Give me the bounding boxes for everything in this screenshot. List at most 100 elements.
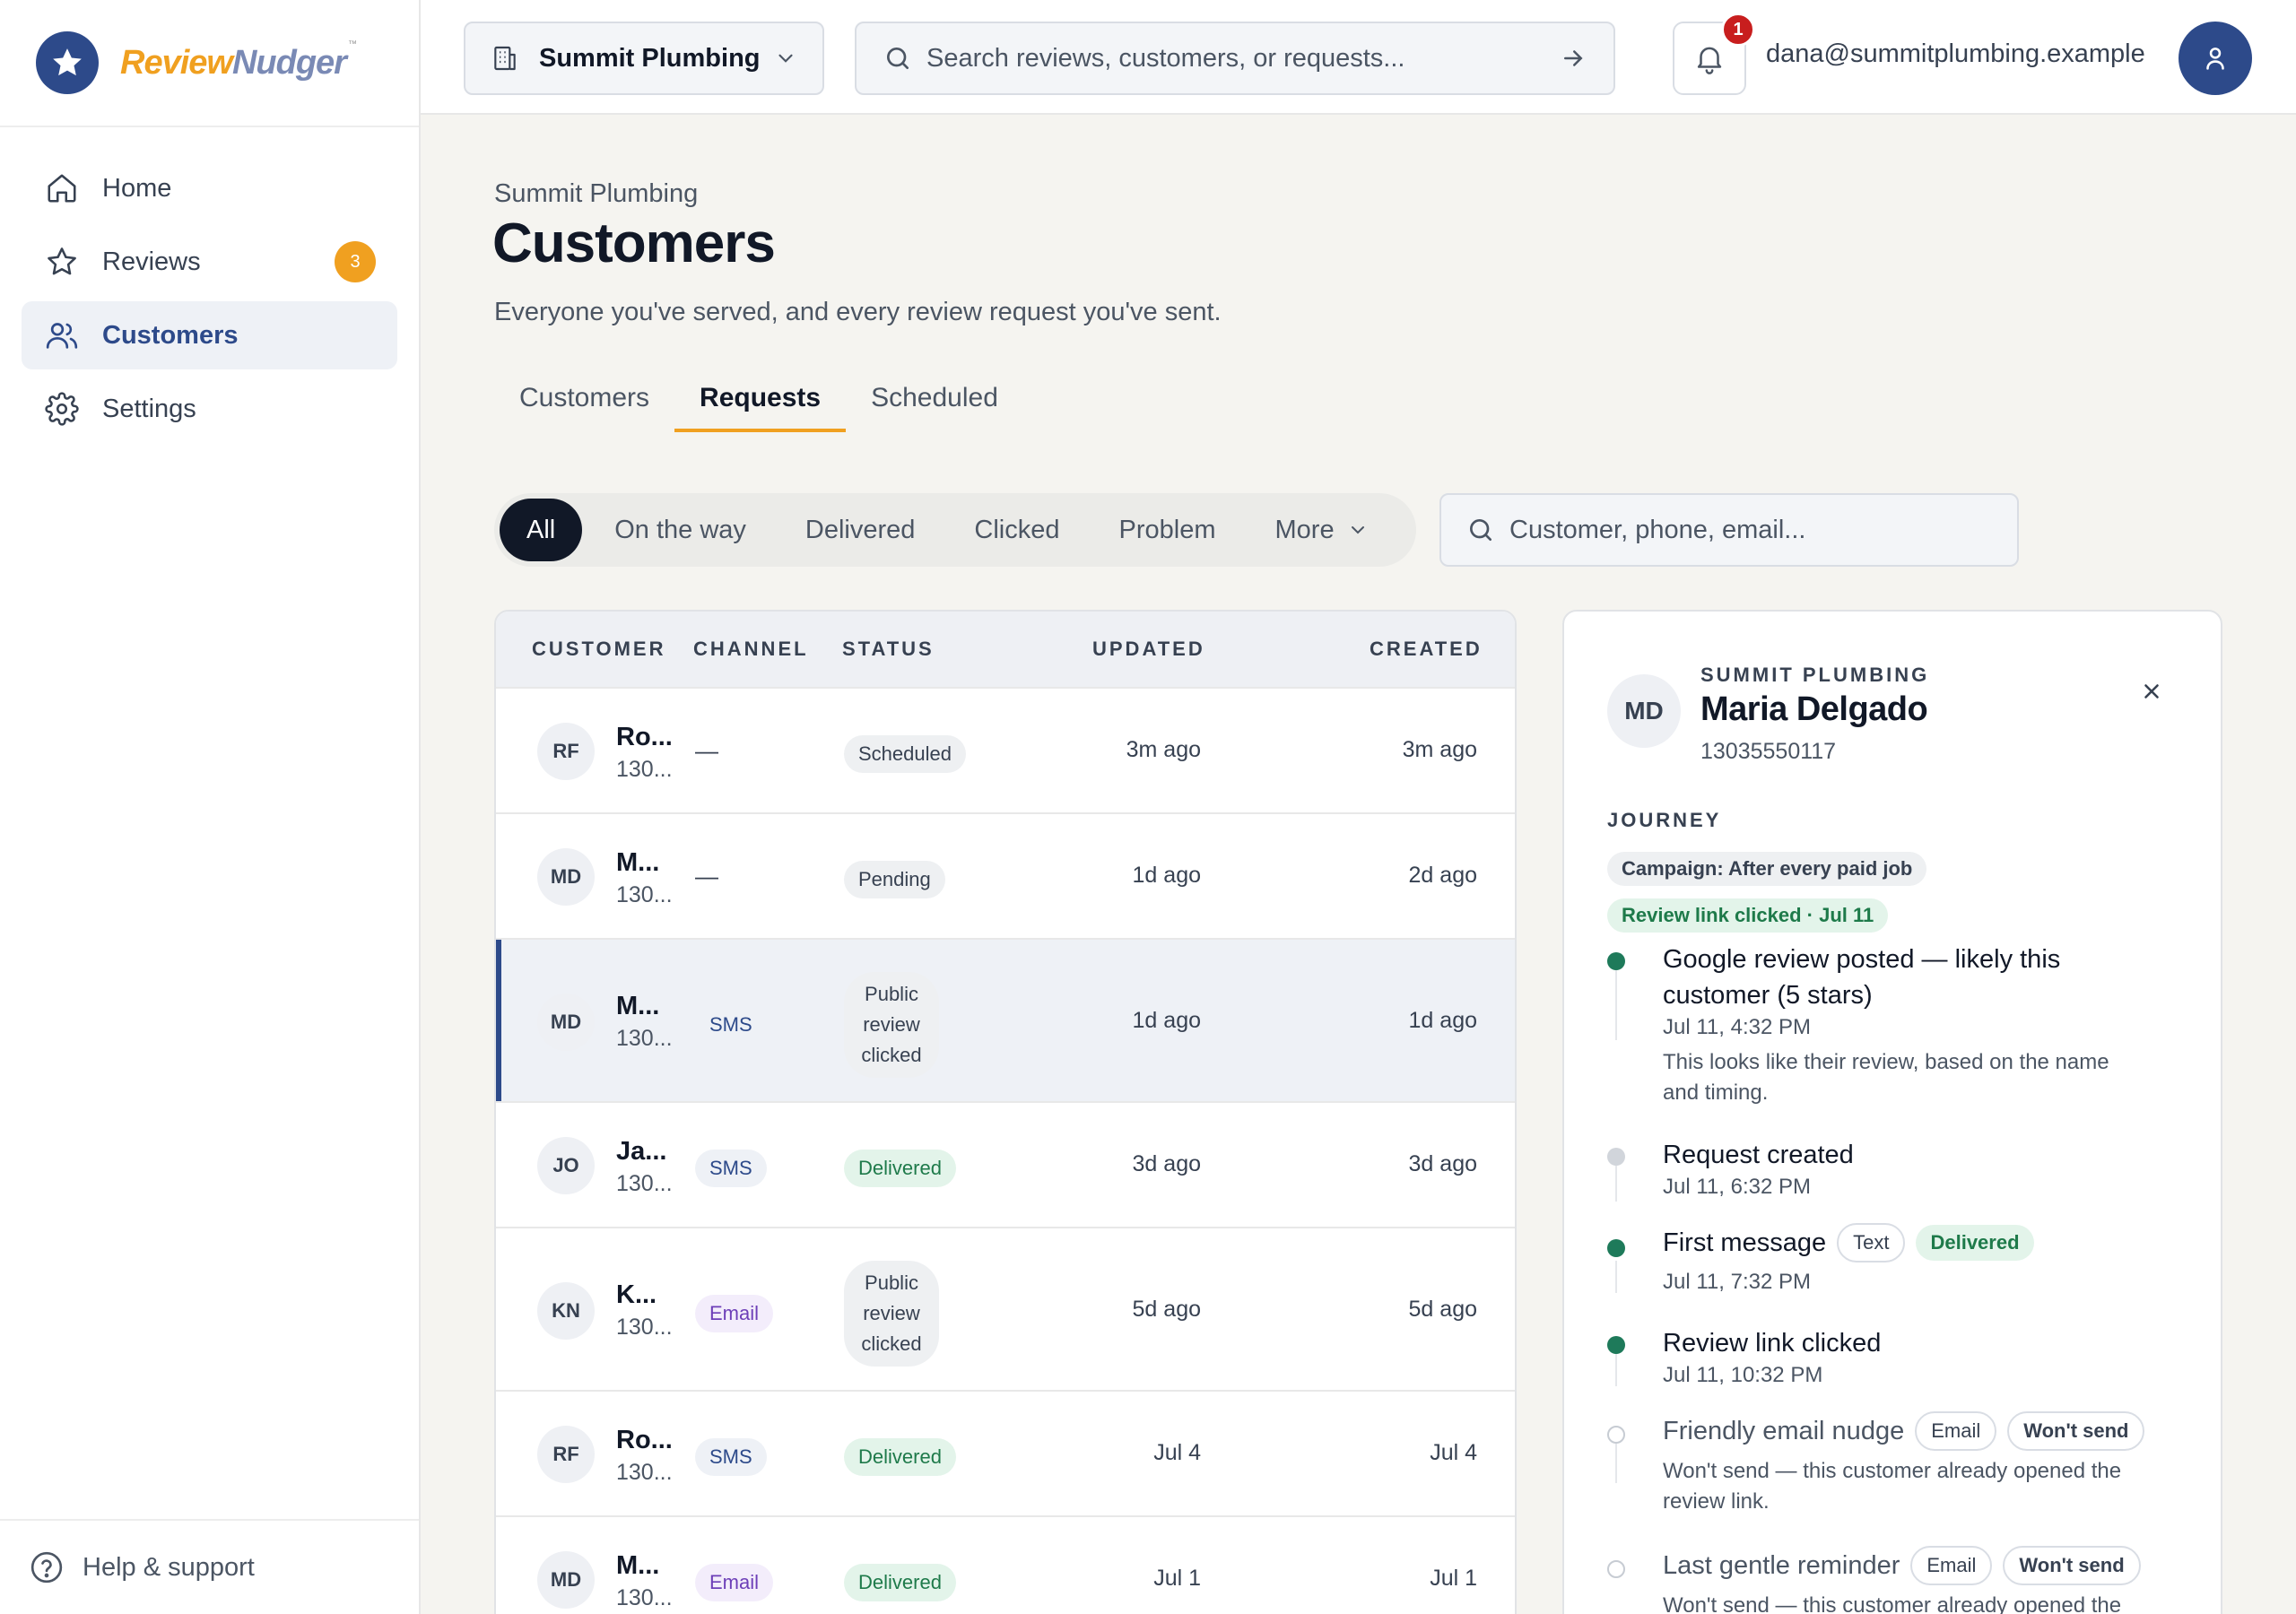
timeline-connector bbox=[1615, 970, 1617, 1040]
brand-star-icon bbox=[36, 31, 99, 94]
sidebar: ReviewNudger ™ Home Reviews 3 Customers bbox=[0, 0, 421, 1614]
table-row[interactable]: MD M... 130... — Pending 1d ago 2d ago bbox=[496, 812, 1515, 938]
sidebar-item-label: Customers bbox=[102, 320, 239, 350]
sidebar-item-customers[interactable]: Customers bbox=[22, 301, 397, 369]
timeline-connector bbox=[1615, 1444, 1617, 1483]
channel-tag: Email bbox=[1915, 1411, 1997, 1451]
column-header-status[interactable]: STATUS bbox=[842, 638, 935, 661]
column-header-channel[interactable]: CHANNEL bbox=[693, 638, 809, 661]
column-header-created[interactable]: CREATED bbox=[1370, 638, 1483, 661]
channel-badge: Email bbox=[695, 1295, 774, 1332]
timeline-event: Google review posted — likely this custo… bbox=[1663, 941, 2183, 1108]
brand[interactable]: ReviewNudger ™ bbox=[0, 0, 419, 127]
reviews-count-badge: 3 bbox=[335, 241, 376, 282]
timeline-event: Request created Jul 11, 6:32 PM bbox=[1663, 1137, 2183, 1202]
chevron-down-icon bbox=[1347, 519, 1369, 541]
avatar: MD bbox=[537, 994, 595, 1051]
status-filter-bar: All On the way Delivered Clicked Problem… bbox=[494, 493, 1416, 567]
help-support-label: Help & support bbox=[83, 1552, 255, 1582]
help-circle-icon bbox=[29, 1549, 65, 1585]
table-row[interactable]: MD M... 130... Email Delivered Jul 1 Jul… bbox=[496, 1515, 1515, 1614]
channel-value: — bbox=[695, 863, 718, 889]
sidebar-item-reviews[interactable]: Reviews 3 bbox=[22, 228, 397, 296]
page-subtitle: Everyone you've served, and every review… bbox=[494, 298, 1222, 326]
user-email: dana@summitplumbing.example bbox=[1766, 39, 2145, 68]
global-search bbox=[855, 22, 1615, 95]
status-line: Public bbox=[865, 983, 918, 1005]
table-row[interactable]: KN K... 130... Email Public review click… bbox=[496, 1227, 1515, 1390]
search-icon bbox=[883, 44, 912, 73]
table-search-input[interactable] bbox=[1509, 515, 2017, 545]
breadcrumb[interactable]: Summit Plumbing bbox=[494, 179, 698, 209]
status-badge: Public review clicked bbox=[844, 1261, 939, 1367]
sidebar-item-settings[interactable]: Settings bbox=[22, 375, 397, 443]
filter-on-the-way[interactable]: On the way bbox=[587, 499, 773, 561]
timeline-event: First message Text Delivered Jul 11, 7:3… bbox=[1663, 1223, 2183, 1297]
customer-phone: 130... bbox=[616, 1585, 673, 1610]
channel-value: — bbox=[695, 737, 718, 764]
updated-time: 1d ago bbox=[1132, 1008, 1201, 1033]
timeline-dot-complete bbox=[1607, 1239, 1625, 1257]
created-time: Jul 4 bbox=[1430, 1440, 1477, 1465]
status-line: Public bbox=[865, 1271, 918, 1294]
event-title: customer (5 stars) bbox=[1663, 981, 1873, 1010]
updated-time: 3d ago bbox=[1132, 1151, 1201, 1176]
arrow-right-icon[interactable] bbox=[1560, 45, 1587, 72]
updated-time: Jul 4 bbox=[1153, 1440, 1201, 1465]
channel-badge: SMS bbox=[695, 1150, 767, 1187]
created-time: 2d ago bbox=[1408, 863, 1477, 888]
requests-table: CUSTOMER CHANNEL STATUS UPDATED CREATED … bbox=[494, 610, 1517, 1614]
filter-delivered[interactable]: Delivered bbox=[778, 499, 943, 561]
close-icon[interactable] bbox=[2140, 680, 2163, 707]
company-selector-label: Summit Plumbing bbox=[539, 43, 761, 73]
status-badge: Scheduled bbox=[844, 735, 966, 773]
customer-name: Ro... bbox=[616, 723, 673, 751]
table-row[interactable]: RF Ro... 130... SMS Delivered Jul 4 Jul … bbox=[496, 1390, 1515, 1515]
column-header-customer[interactable]: CUSTOMER bbox=[532, 638, 666, 661]
filter-more[interactable]: More bbox=[1248, 499, 1396, 561]
tab-requests[interactable]: Requests bbox=[674, 366, 847, 432]
channel-badge: SMS bbox=[695, 1438, 767, 1476]
table-row-selected[interactable]: MD M... 130... SMS Public review clicked… bbox=[496, 938, 1515, 1101]
avatar: KN bbox=[537, 1282, 595, 1340]
filter-problem[interactable]: Problem bbox=[1092, 499, 1243, 561]
updated-time: 5d ago bbox=[1132, 1297, 1201, 1322]
tab-customers[interactable]: Customers bbox=[494, 366, 674, 430]
user-avatar[interactable] bbox=[2179, 22, 2252, 95]
created-time: 5d ago bbox=[1408, 1297, 1477, 1322]
event-title: Review link clicked bbox=[1663, 1329, 1882, 1358]
filter-clicked[interactable]: Clicked bbox=[947, 499, 1086, 561]
sidebar-item-home[interactable]: Home bbox=[22, 154, 397, 222]
customer-phone: 130... bbox=[616, 882, 673, 907]
event-title: First message Text Delivered bbox=[1663, 1223, 2183, 1263]
avatar: MD bbox=[537, 1551, 595, 1609]
updated-time: 1d ago bbox=[1132, 863, 1201, 888]
timeline-event: Last gentle reminder Email Won't send Wo… bbox=[1663, 1546, 2183, 1614]
gear-icon bbox=[43, 390, 81, 428]
filter-more-label: More bbox=[1274, 515, 1335, 544]
filter-all[interactable]: All bbox=[500, 499, 583, 561]
clicked-tag: Review link clicked · Jul 11 bbox=[1607, 898, 1889, 933]
event-time: Jul 11, 4:32 PM bbox=[1663, 1015, 1811, 1039]
avatar: MD bbox=[1607, 674, 1681, 748]
status-line: clicked bbox=[861, 1332, 922, 1355]
column-header-updated[interactable]: UPDATED bbox=[1092, 638, 1205, 661]
customer-phone: 130... bbox=[616, 1315, 673, 1340]
table-row[interactable]: JO Ja... 130... SMS Delivered 3d ago 3d … bbox=[496, 1101, 1515, 1227]
status-line: review bbox=[863, 1302, 920, 1324]
customer-phone: 130... bbox=[616, 1460, 673, 1485]
status-badge: Delivered bbox=[844, 1150, 956, 1187]
table-header: CUSTOMER CHANNEL STATUS UPDATED CREATED bbox=[496, 612, 1515, 687]
customer-detail-panel: MD SUMMIT PLUMBING Maria Delgado 1303555… bbox=[1562, 610, 2222, 1614]
event-description: Won't send — this customer already opene… bbox=[1663, 1593, 2122, 1614]
help-support-link[interactable]: Help & support bbox=[0, 1519, 419, 1614]
customer-name: Ro... bbox=[616, 1426, 673, 1454]
customer-name: K... bbox=[616, 1280, 657, 1309]
table-row[interactable]: RF Ro... 130... — Scheduled 3m ago 3m ag… bbox=[496, 687, 1515, 812]
tab-scheduled[interactable]: Scheduled bbox=[846, 366, 1023, 430]
event-title: Friendly email nudge Email Won't send bbox=[1663, 1411, 2183, 1451]
notifications-button[interactable]: 1 bbox=[1673, 13, 1755, 95]
avatar: JO bbox=[537, 1137, 595, 1194]
global-search-input[interactable] bbox=[926, 43, 1560, 74]
company-selector[interactable]: Summit Plumbing bbox=[464, 22, 824, 95]
